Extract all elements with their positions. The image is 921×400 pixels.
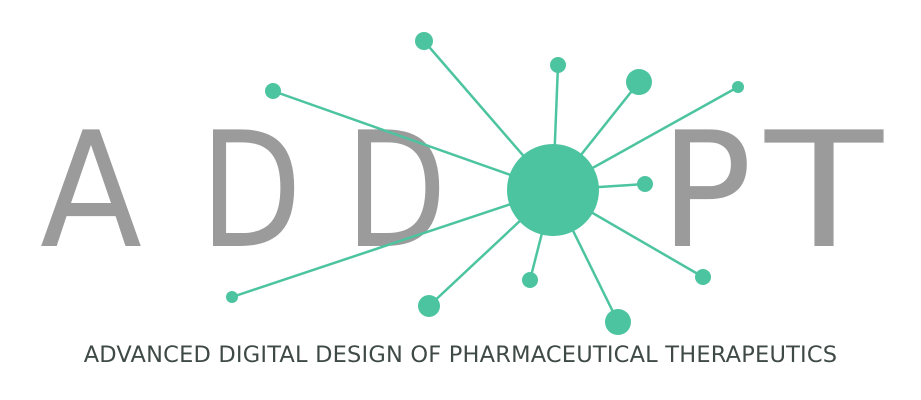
central-node xyxy=(507,144,599,236)
node xyxy=(732,81,744,93)
node xyxy=(637,176,653,192)
node xyxy=(265,83,281,99)
node xyxy=(418,295,440,317)
logo-letter-a: A xyxy=(40,97,142,284)
logo-letter-d2: D xyxy=(345,97,447,284)
logo-letter-d1: D xyxy=(200,97,302,284)
logo-letter-p: P xyxy=(660,97,752,284)
logo-letter-t: T xyxy=(764,97,885,284)
addopt-logo: A D D P T ADVANCED DIGITAL DESIGN OF PHA… xyxy=(0,0,921,400)
tagline: ADVANCED DIGITAL DESIGN OF PHARMACEUTICA… xyxy=(83,342,838,368)
node xyxy=(605,309,631,335)
node xyxy=(415,32,433,50)
logo-wordmark: A D D P T xyxy=(40,97,885,284)
node xyxy=(522,272,538,288)
node xyxy=(550,57,566,73)
node xyxy=(626,69,652,95)
molecule-network-icon: A D D P T xyxy=(40,32,885,335)
node xyxy=(695,269,711,285)
node xyxy=(226,291,238,303)
